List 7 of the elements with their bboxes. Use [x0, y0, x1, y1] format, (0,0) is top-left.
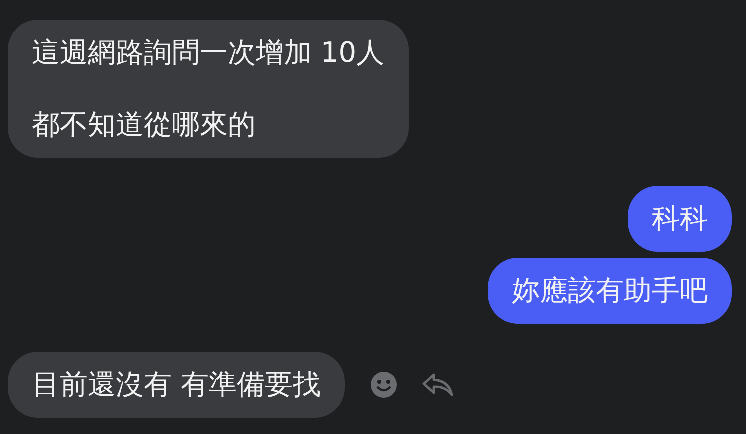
message-text: 科科: [652, 202, 708, 236]
message-text: 妳應該有助手吧: [512, 274, 708, 308]
message-text: 目前還沒有 有準備要找: [32, 368, 321, 402]
smiley-icon[interactable]: [368, 370, 399, 400]
message-text: 都不知道從哪來的: [32, 108, 257, 142]
message-text: 這週網路詢問一次增加 10人: [32, 36, 385, 70]
reply-icon[interactable]: [420, 372, 455, 398]
